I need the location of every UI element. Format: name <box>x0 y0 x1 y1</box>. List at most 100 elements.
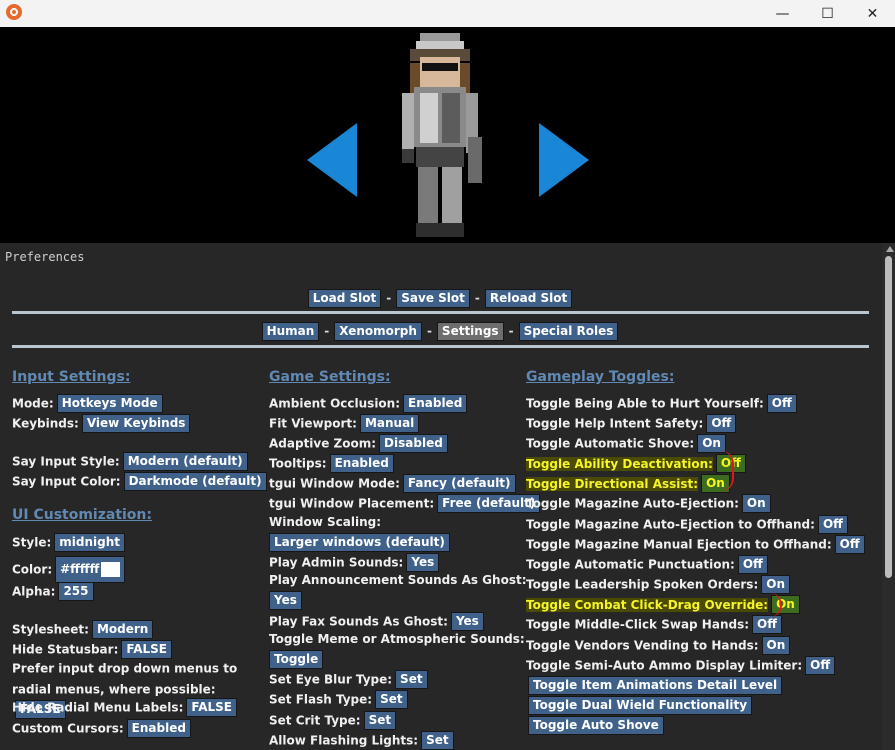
maximize-button[interactable]: ☐ <box>805 0 850 27</box>
save-slot-button[interactable]: Save Slot <box>396 289 470 308</box>
toggle-label: Toggle Magazine Auto-Ejection: <box>526 496 739 511</box>
tab-settings[interactable]: Settings <box>436 322 504 341</box>
auto-shove-row: Toggle Auto Shove <box>526 716 664 735</box>
toggle-button[interactable]: Off <box>805 656 836 675</box>
say-style-button[interactable]: Modern (default) <box>122 452 248 471</box>
mode-button[interactable]: Hotkeys Mode <box>56 394 163 413</box>
adaptive-zoom-label: Adaptive Zoom: <box>269 436 377 451</box>
auto-shove-button[interactable]: Toggle Auto Shove <box>528 716 664 735</box>
tgui-placement-label: tgui Window Placement: <box>269 496 435 511</box>
toggle-label: Toggle Combat Click-Drag Override: <box>526 597 769 612</box>
toggle-row: Toggle Middle-Click Swap Hands: Off <box>526 615 782 634</box>
load-slot-button[interactable]: Load Slot <box>307 289 382 308</box>
toggle-label: Toggle Automatic Punctuation: <box>526 557 735 572</box>
eye-blur-button[interactable]: Set <box>395 670 428 689</box>
toggle-button[interactable]: Off <box>706 414 737 433</box>
color-label: Color: <box>12 562 53 577</box>
window-scaling-button[interactable]: Larger windows (default) <box>269 533 450 552</box>
arrow-left-icon[interactable] <box>307 123 357 197</box>
toggle-row: Toggle Automatic Punctuation: Off <box>526 555 768 574</box>
tgui-placement-row: tgui Window Placement: Free (default) <box>269 494 541 513</box>
say-style-label: Say Input Style: <box>12 454 120 469</box>
fit-viewport-row: Fit Viewport: Manual <box>269 414 420 433</box>
minimize-button[interactable]: — <box>760 0 805 27</box>
fax-sounds-button[interactable]: Yes <box>450 612 484 631</box>
say-color-row: Say Input Color: Darkmode (default) <box>12 472 267 491</box>
alpha-button[interactable]: 255 <box>58 582 94 601</box>
toggle-label: Toggle Help Intent Safety: <box>526 416 704 431</box>
tab-human[interactable]: Human <box>261 322 320 341</box>
toggle-button[interactable]: Off <box>752 615 782 634</box>
close-button[interactable]: ✕ <box>850 0 895 27</box>
toggle-label: Toggle Ability Deactivation: <box>526 456 713 471</box>
adaptive-zoom-button[interactable]: Disabled <box>379 434 448 453</box>
keybinds-row: Keybinds: View Keybinds <box>12 414 191 433</box>
crit-type-button[interactable]: Set <box>363 711 397 730</box>
fit-viewport-button[interactable]: Manual <box>359 414 420 433</box>
admin-sounds-button[interactable]: Yes <box>406 553 440 572</box>
custom-cursors-label: Custom Cursors: <box>12 721 124 736</box>
toggle-button[interactable]: Off <box>834 535 865 554</box>
toggle-button[interactable]: On <box>741 494 771 513</box>
toggle-button[interactable]: On <box>761 575 790 594</box>
admin-sounds-label: Play Admin Sounds: <box>269 555 404 570</box>
item-animations-button[interactable]: Toggle Item Animations Detail Level <box>528 676 783 695</box>
tgui-mode-button[interactable]: Fancy (default) <box>402 474 516 493</box>
character-preview <box>0 27 895 243</box>
dual-wield-button[interactable]: Toggle Dual Wield Functionality <box>528 696 753 715</box>
flash-type-button[interactable]: Set <box>375 690 408 709</box>
toggle-button[interactable]: On <box>761 636 791 655</box>
stylesheet-button[interactable]: Modern <box>91 620 154 639</box>
arrow-right-icon[interactable] <box>539 123 589 197</box>
hide-statusbar-label: Hide Statusbar: <box>12 642 119 657</box>
announcement-sounds-button[interactable]: Yes <box>269 591 302 610</box>
toggle-button[interactable]: Off <box>817 515 848 534</box>
toggle-label: Toggle Middle-Click Swap Hands: <box>526 617 750 632</box>
fax-sounds-row: Play Fax Sounds As Ghost: Yes <box>269 612 484 631</box>
toggle-label: Toggle Leadership Spoken Orders: <box>526 577 759 592</box>
toggle-row-highlighted: Toggle Directional Assist: On <box>526 474 730 493</box>
preferences-content: Load Slot - Save Slot - Reload Slot Human - Xe… <box>0 273 880 750</box>
style-button[interactable]: midnight <box>54 533 125 552</box>
keybinds-button[interactable]: View Keybinds <box>81 414 191 433</box>
toggle-row: Toggle Leadership Spoken Orders: On <box>526 575 790 594</box>
hide-radial-button[interactable]: FALSE <box>186 698 237 717</box>
scroll-up-icon[interactable] <box>886 246 894 252</box>
fit-viewport-label: Fit Viewport: <box>269 416 357 431</box>
say-color-label: Say Input Color: <box>12 474 121 489</box>
item-animations-row: Toggle Item Animations Detail Level <box>526 676 783 695</box>
tooltips-button[interactable]: Enabled <box>329 454 394 473</box>
ambient-button[interactable]: Enabled <box>403 394 468 413</box>
custom-cursors-button[interactable]: Enabled <box>126 719 191 738</box>
app-logo-icon <box>6 4 22 20</box>
window-scaling-label: Window Scaling: <box>269 515 382 529</box>
custom-cursors-row: Custom Cursors: Enabled <box>12 719 191 738</box>
meme-sounds-button[interactable]: Toggle <box>269 650 324 669</box>
scrollbar-thumb[interactable] <box>885 256 892 578</box>
toggle-button[interactable]: Off <box>766 394 797 413</box>
announcement-sounds-row: Yes <box>266 591 302 610</box>
crit-type-row: Set Crit Type: Set <box>269 711 397 730</box>
annotation-mark <box>718 450 734 492</box>
reload-slot-button[interactable]: Reload Slot <box>484 289 573 308</box>
stylesheet-label: Stylesheet: <box>12 622 89 637</box>
flashing-lights-button[interactable]: Set <box>421 731 454 750</box>
admin-sounds-row: Play Admin Sounds: Yes <box>269 553 440 572</box>
toggle-button[interactable]: Off <box>737 555 768 574</box>
tab-special-roles[interactable]: Special Roles <box>518 322 619 341</box>
game-settings-title: Game Settings: <box>269 369 391 385</box>
crit-type-label: Set Crit Type: <box>269 713 361 728</box>
hide-radial-row: Hide Radial Menu Labels: FALSE <box>12 698 237 717</box>
slot-bar: Load Slot - Save Slot - Reload Slot <box>0 287 880 308</box>
meme-sounds-label: Toggle Meme or Atmospheric Sounds: <box>269 632 525 646</box>
tgui-placement-button[interactable]: Free (default) <box>437 494 541 513</box>
ui-customization-title: UI Customization: <box>12 507 152 523</box>
style-row: Style: midnight <box>12 533 125 552</box>
say-color-button[interactable]: Darkmode (default) <box>123 472 267 491</box>
separator: - <box>386 291 392 305</box>
hide-statusbar-button[interactable]: FALSE <box>121 640 172 659</box>
color-button[interactable]: #ffffff <box>55 556 126 583</box>
toggle-row-highlighted: Toggle Ability Deactivation: Off <box>526 454 746 473</box>
tab-xenomorph[interactable]: Xenomorph <box>334 322 422 341</box>
flashing-lights-label: Allow Flashing Lights: <box>269 733 419 748</box>
